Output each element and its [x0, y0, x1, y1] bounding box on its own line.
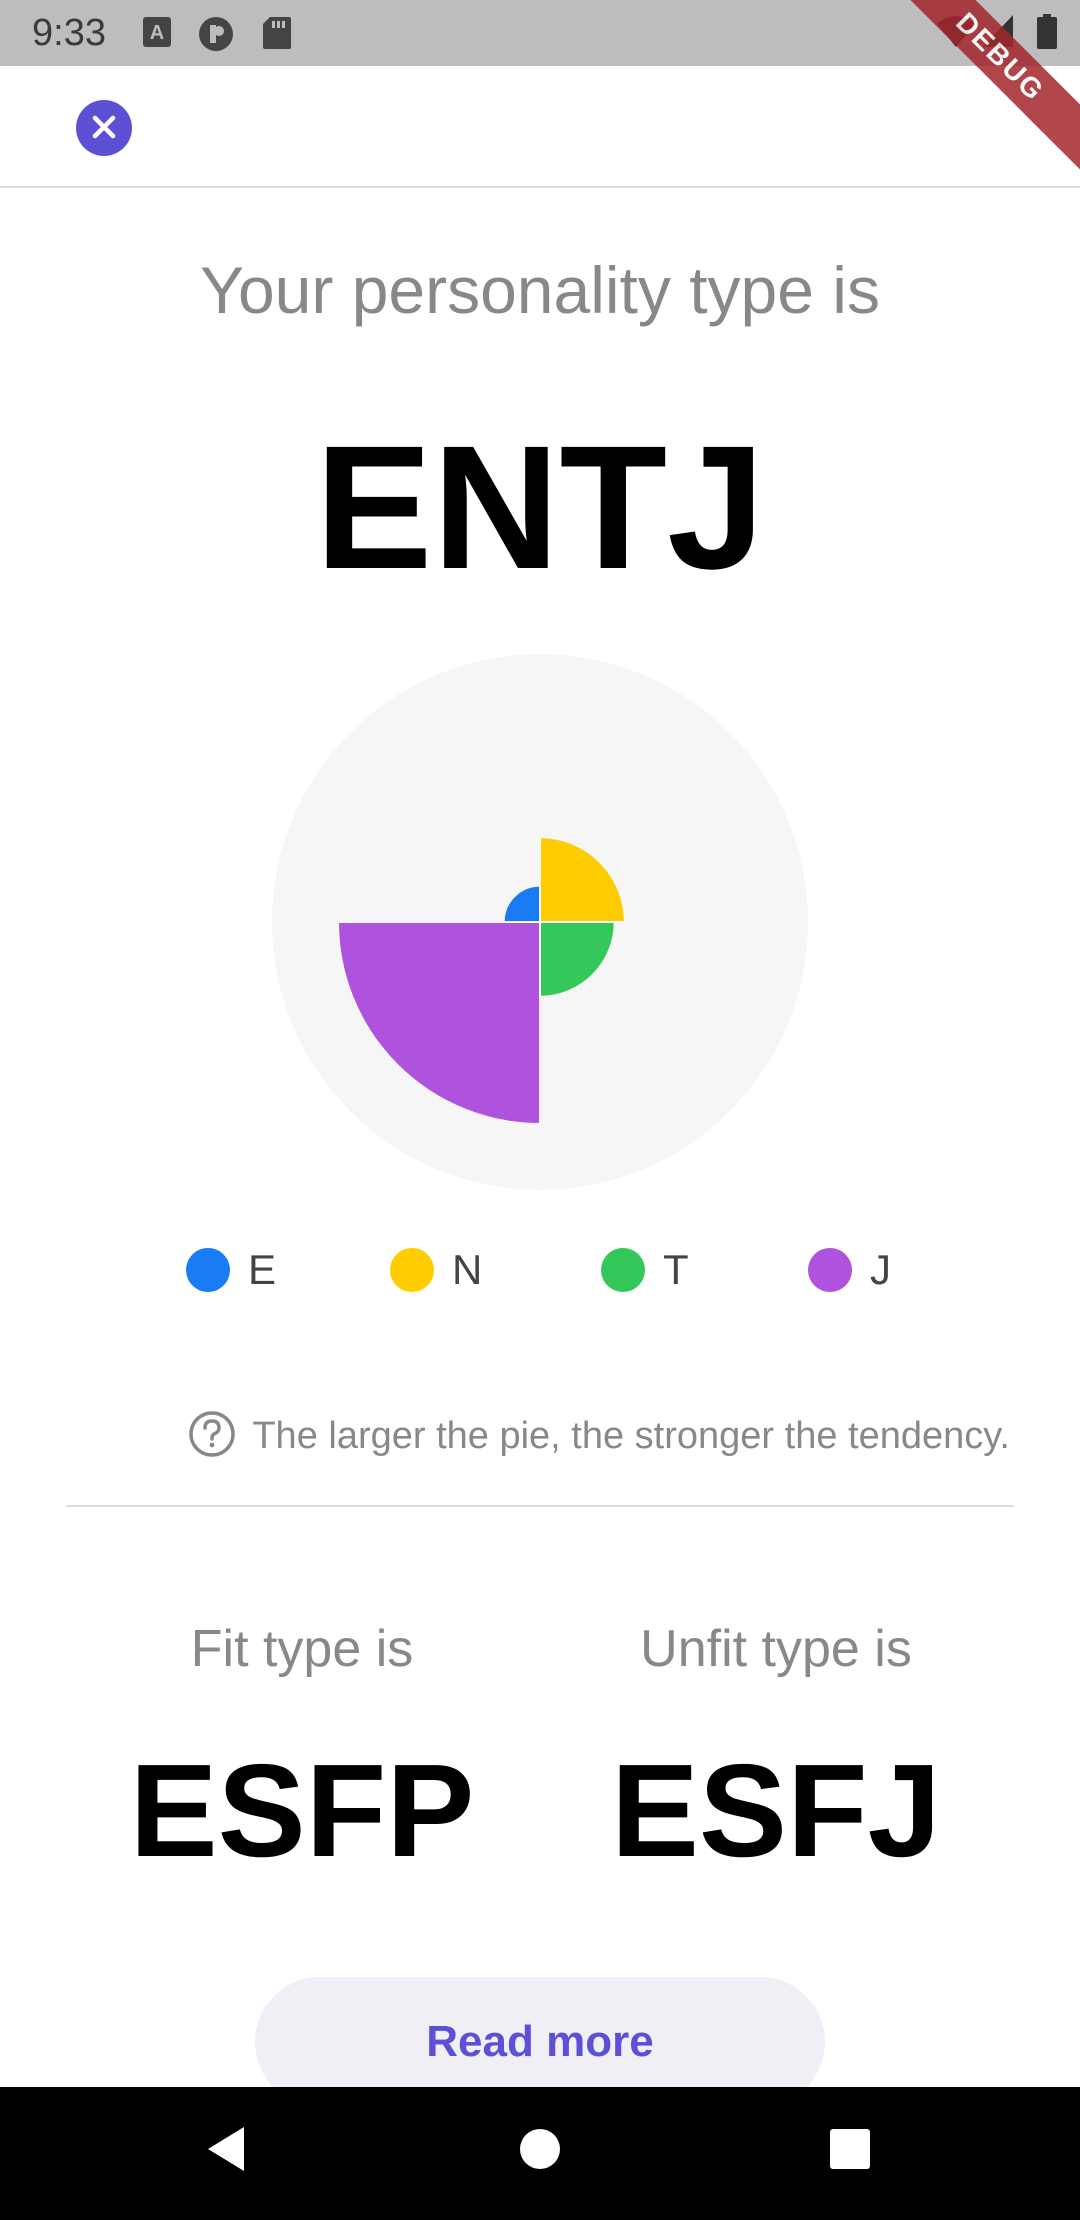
- pie-hint: The larger the pie, the stronger the ten…: [188, 1408, 1010, 1464]
- personality-type-code: ENTJ: [315, 410, 765, 606]
- fit-type-value: ESFP: [129, 1737, 475, 1884]
- fit-type-label: Fit type is: [190, 1620, 414, 1678]
- app-bar: [0, 66, 1080, 188]
- close-button[interactable]: [76, 100, 132, 156]
- status-bar: 9:33 A: [0, 0, 1080, 66]
- fit-type-section: Fit type is ESFP: [92, 1612, 512, 1886]
- sd-card-icon: [262, 16, 292, 55]
- home-icon[interactable]: [518, 2123, 562, 2180]
- divider: [66, 1505, 1014, 1507]
- pie-legend: E N T J: [0, 1240, 1080, 1300]
- question-circle-icon[interactable]: [188, 1410, 236, 1463]
- legend-item-n: N: [390, 1240, 482, 1300]
- screen: 9:33 A DEBUG Your personality type is EN…: [0, 0, 1080, 2220]
- unfit-type-label: Unfit type is: [640, 1620, 912, 1678]
- legend-item-t: T: [601, 1240, 689, 1300]
- legend-item-j: J: [808, 1240, 891, 1300]
- legend-label-e: E: [248, 1246, 277, 1293]
- keyboard-a-icon: A: [142, 16, 172, 53]
- flow-icon: [197, 16, 235, 57]
- result-headline: Your personality type is: [200, 253, 880, 327]
- legend-dot-j: [808, 1248, 852, 1292]
- svg-text:A: A: [150, 22, 164, 44]
- back-icon[interactable]: [204, 2123, 248, 2180]
- legend-dot-n: [390, 1248, 434, 1292]
- legend-dot-e: [186, 1248, 230, 1292]
- pie-svg: [272, 654, 808, 1190]
- close-icon: [90, 113, 118, 144]
- unfit-type-value: ESFJ: [610, 1737, 942, 1884]
- unfit-type-section: Unfit type is ESFJ: [566, 1612, 986, 1886]
- tendency-pie-chart: [270, 652, 810, 1192]
- hint-text: The larger the pie, the stronger the ten…: [252, 1414, 1010, 1457]
- legend-label-t: T: [663, 1246, 689, 1293]
- legend-label-j: J: [870, 1246, 891, 1293]
- status-time: 9:33: [32, 12, 106, 54]
- legend-item-e: E: [186, 1240, 276, 1300]
- recents-icon[interactable]: [828, 2123, 872, 2180]
- legend-label-n: N: [452, 1246, 483, 1293]
- legend-dot-t: [601, 1248, 645, 1292]
- system-nav-bar: [0, 2087, 1080, 2220]
- battery-icon: [1036, 14, 1058, 55]
